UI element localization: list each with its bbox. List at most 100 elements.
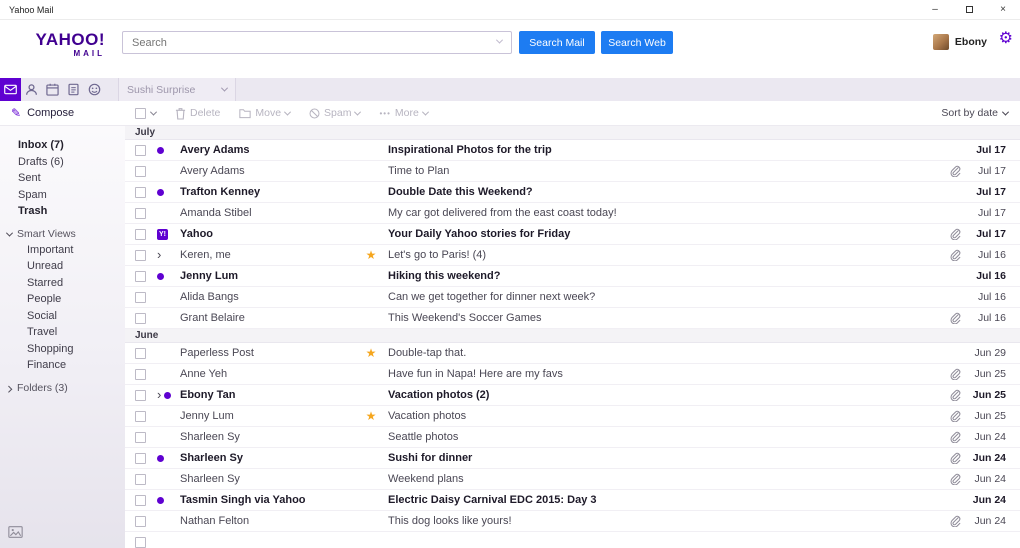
email-subject[interactable]: Inspirational Photos for the trip bbox=[380, 144, 946, 156]
sidebar-item-unread[interactable]: Unread bbox=[0, 258, 125, 275]
email-row[interactable]: › Y! Avery Adams ★ Inspirational Photos … bbox=[125, 140, 1020, 161]
email-checkbox[interactable] bbox=[135, 250, 146, 261]
email-subject[interactable]: This Weekend's Soccer Games bbox=[380, 312, 946, 324]
email-subject[interactable]: Double Date this Weekend? bbox=[380, 186, 946, 198]
email-checkbox[interactable] bbox=[135, 208, 146, 219]
sidebar-item-finance[interactable]: Finance bbox=[0, 357, 125, 374]
email-checkbox[interactable] bbox=[135, 516, 146, 527]
yahoo-mail-logo[interactable]: YAHOO! MAIL bbox=[33, 31, 105, 58]
tab-sushi-surprise[interactable]: Sushi Surprise bbox=[118, 78, 236, 101]
email-row[interactable]: › Y! Alida Bangs ★ Can we get together f… bbox=[125, 287, 1020, 308]
sidebar-item-social[interactable]: Social bbox=[0, 308, 125, 325]
email-checkbox[interactable] bbox=[135, 369, 146, 380]
email-checkbox[interactable] bbox=[135, 453, 146, 464]
email-subject[interactable]: My car got delivered from the east coast… bbox=[380, 207, 946, 219]
email-row[interactable]: › Y! Tasmin Singh via Yahoo ★ Electric D… bbox=[125, 490, 1020, 511]
email-row[interactable]: › Y! Yahoo ★ Your Daily Yahoo stories fo… bbox=[125, 224, 1020, 245]
sidebar-item-important[interactable]: Important bbox=[0, 242, 125, 259]
select-all-control[interactable] bbox=[135, 108, 156, 119]
email-subject[interactable]: Let's go to Paris! (4) bbox=[380, 249, 946, 261]
settings-gear-icon[interactable]: ⚙ bbox=[999, 31, 1013, 47]
email-subject[interactable]: Can we get together for dinner next week… bbox=[380, 291, 946, 303]
email-subject[interactable]: Vacation photos bbox=[380, 410, 946, 422]
search-mail-button[interactable]: Search Mail bbox=[519, 31, 595, 54]
email-checkbox[interactable] bbox=[135, 145, 146, 156]
email-row[interactable]: › Y! Ebony Tan ★ Vacation photos (2) Jun… bbox=[125, 385, 1020, 406]
email-subject[interactable]: Electric Daisy Carnival EDC 2015: Day 3 bbox=[380, 494, 946, 506]
expand-arrow-icon[interactable]: › bbox=[157, 390, 161, 400]
email-checkbox[interactable] bbox=[135, 390, 146, 401]
smart-views-section[interactable]: Smart Views bbox=[0, 227, 125, 242]
photos-widget-button[interactable] bbox=[8, 525, 23, 543]
star-icon[interactable]: ★ bbox=[362, 347, 380, 359]
email-row[interactable]: › Y! Keren, me ★ Let's go to Paris! (4) … bbox=[125, 245, 1020, 266]
email-checkbox[interactable] bbox=[135, 229, 146, 240]
email-checkbox[interactable] bbox=[135, 187, 146, 198]
email-checkbox[interactable] bbox=[135, 432, 146, 443]
maximize-button[interactable] bbox=[952, 0, 986, 20]
close-button[interactable]: × bbox=[986, 0, 1020, 20]
email-row[interactable]: › Y! Sharleen Sy ★ Seattle photos Jun 24 bbox=[125, 427, 1020, 448]
notepad-tab[interactable] bbox=[63, 78, 84, 101]
delete-button[interactable]: Delete bbox=[175, 107, 220, 120]
email-row[interactable]: › Y! Paperless Post ★ Double-tap that. J… bbox=[125, 343, 1020, 364]
user-account[interactable]: Ebony bbox=[933, 34, 987, 50]
sidebar-item-inbox[interactable]: Inbox (7) bbox=[0, 137, 125, 154]
email-checkbox[interactable] bbox=[135, 537, 146, 548]
email-row[interactable]: › Y! Grant Belaire ★ This Weekend's Socc… bbox=[125, 308, 1020, 329]
email-subject[interactable]: Double-tap that. bbox=[380, 347, 946, 359]
email-subject[interactable]: Have fun in Napa! Here are my favs bbox=[380, 368, 946, 380]
email-row[interactable]: › Y! Amanda Stibel ★ My car got delivere… bbox=[125, 203, 1020, 224]
sidebar-item-sent[interactable]: Sent bbox=[0, 170, 125, 187]
more-button[interactable]: ••• More bbox=[379, 107, 427, 119]
email-row[interactable]: › Y! Jenny Lum ★ Hiking this weekend? Ju… bbox=[125, 266, 1020, 287]
email-subject[interactable]: Seattle photos bbox=[380, 431, 946, 443]
email-row[interactable]: › Y! Sharleen Sy ★ Sushi for dinner Jun … bbox=[125, 448, 1020, 469]
email-row[interactable]: › Y! Jenny Lum ★ Vacation photos Jun 25 bbox=[125, 406, 1020, 427]
email-checkbox[interactable] bbox=[135, 313, 146, 324]
email-row[interactable]: › Y! Trafton Kenney ★ Double Date this W… bbox=[125, 182, 1020, 203]
select-chevron-down-icon[interactable] bbox=[150, 108, 157, 115]
email-subject[interactable]: Hiking this weekend? bbox=[380, 270, 946, 282]
star-icon[interactable]: ★ bbox=[362, 249, 380, 261]
expand-arrow-icon[interactable]: › bbox=[157, 250, 161, 260]
email-row[interactable]: › Y! Avery Adams ★ Time to Plan Jul 17 bbox=[125, 161, 1020, 182]
star-icon[interactable]: ★ bbox=[362, 410, 380, 422]
email-checkbox[interactable] bbox=[135, 166, 146, 177]
sidebar-item-drafts[interactable]: Drafts (6) bbox=[0, 154, 125, 171]
email-subject[interactable]: Your Daily Yahoo stories for Friday bbox=[380, 228, 946, 240]
mail-tab[interactable] bbox=[0, 78, 21, 101]
email-subject[interactable]: Weekend plans bbox=[380, 473, 946, 485]
email-checkbox[interactable] bbox=[135, 348, 146, 359]
minimize-button[interactable]: – bbox=[918, 0, 952, 20]
email-row[interactable]: › Y! ★ bbox=[125, 532, 1020, 548]
select-all-checkbox[interactable] bbox=[135, 108, 146, 119]
sidebar-item-spam[interactable]: Spam bbox=[0, 187, 125, 204]
messenger-tab[interactable] bbox=[84, 78, 105, 101]
calendar-tab[interactable] bbox=[42, 78, 63, 101]
email-subject[interactable]: This dog looks like yours! bbox=[380, 515, 946, 527]
email-row[interactable]: › Y! Anne Yeh ★ Have fun in Napa! Here a… bbox=[125, 364, 1020, 385]
sort-by-date-button[interactable]: Sort by date bbox=[941, 107, 1008, 119]
email-checkbox[interactable] bbox=[135, 271, 146, 282]
sidebar-item-people[interactable]: People bbox=[0, 291, 125, 308]
sidebar-item-starred[interactable]: Starred bbox=[0, 275, 125, 292]
email-checkbox[interactable] bbox=[135, 474, 146, 485]
email-checkbox[interactable] bbox=[135, 495, 146, 506]
search-input[interactable] bbox=[122, 31, 512, 54]
compose-button[interactable]: ✎ Compose bbox=[0, 106, 125, 120]
email-subject[interactable]: Vacation photos (2) bbox=[380, 389, 946, 401]
email-checkbox[interactable] bbox=[135, 411, 146, 422]
email-checkbox[interactable] bbox=[135, 292, 146, 303]
email-subject[interactable]: Time to Plan bbox=[380, 165, 946, 177]
search-web-button[interactable]: Search Web bbox=[601, 31, 673, 54]
move-button[interactable]: Move bbox=[239, 107, 290, 119]
email-subject[interactable]: Sushi for dinner bbox=[380, 452, 946, 464]
contacts-tab[interactable] bbox=[21, 78, 42, 101]
sidebar-item-trash[interactable]: Trash bbox=[0, 203, 125, 220]
spam-button[interactable]: Spam bbox=[309, 107, 360, 119]
sidebar-item-shopping[interactable]: Shopping bbox=[0, 341, 125, 358]
tab-chevron-down-icon[interactable] bbox=[221, 85, 228, 92]
email-row[interactable]: › Y! Sharleen Sy ★ Weekend plans Jun 24 bbox=[125, 469, 1020, 490]
email-row[interactable]: › Y! Nathan Felton ★ This dog looks like… bbox=[125, 511, 1020, 532]
